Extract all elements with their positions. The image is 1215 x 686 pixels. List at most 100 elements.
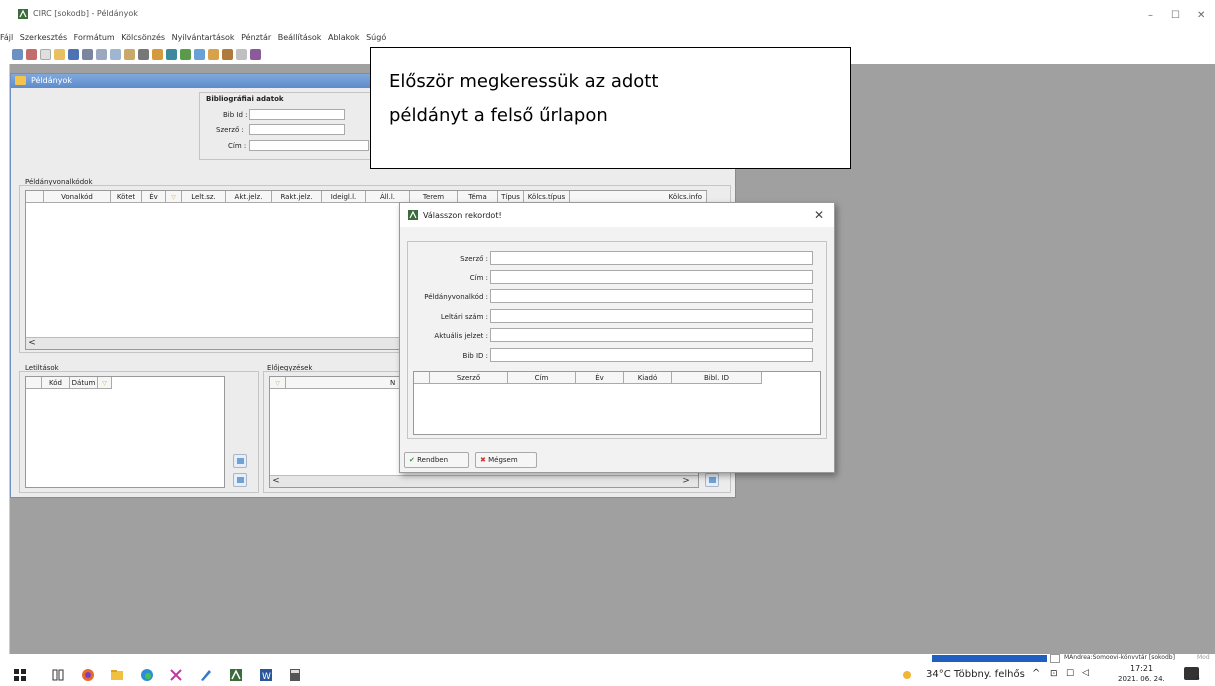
column-header[interactable]: Vonalkód bbox=[44, 191, 111, 203]
calculator-icon[interactable] bbox=[287, 667, 303, 683]
display-icon[interactable]: ☐ bbox=[1066, 669, 1074, 679]
cim-field[interactable] bbox=[249, 140, 369, 151]
column-header[interactable]: Kód bbox=[42, 377, 70, 389]
status-user: MAndrea:Somoovi-könvvtár [sokodb] bbox=[1064, 654, 1175, 661]
lend-icon[interactable] bbox=[152, 49, 163, 60]
add-elojegyzes-button[interactable] bbox=[705, 473, 719, 487]
menu-nyilvantartasok[interactable]: Nyilvántartások bbox=[172, 33, 235, 42]
column-header[interactable]: Év bbox=[142, 191, 166, 203]
firefox-icon[interactable] bbox=[80, 667, 96, 683]
column-header[interactable]: Cím bbox=[508, 372, 576, 384]
column-header[interactable]: Dátum bbox=[70, 377, 98, 389]
taskbar: W 34°C Többny. felhős ^ ⊡ ☐ ◁ 17:21 2021… bbox=[0, 664, 1215, 686]
dialog-title-bar[interactable]: Válasszon rekordot! ✕ bbox=[400, 203, 834, 227]
weather-icon[interactable] bbox=[900, 667, 916, 683]
menu-sugo[interactable]: Súgó bbox=[366, 33, 386, 42]
dialog-szerzo-field[interactable] bbox=[490, 251, 813, 265]
dialog-cim-field[interactable] bbox=[490, 270, 813, 284]
dialog-szerzo-label: Szerző : bbox=[460, 255, 488, 263]
book-icon[interactable] bbox=[250, 49, 261, 60]
letiltasok-table[interactable]: Kód Dátum ▽ bbox=[25, 376, 225, 488]
file-explorer-icon[interactable] bbox=[109, 667, 125, 683]
dialog-jelzet-field[interactable] bbox=[490, 328, 813, 342]
menu-szerkesztes[interactable]: Szerkesztés bbox=[20, 33, 67, 42]
weather-text[interactable]: 34°C Többny. felhős bbox=[926, 669, 1025, 680]
print-icon[interactable] bbox=[82, 49, 93, 60]
status-bar: MAndrea:Somoovi-könvvtár [sokodb] Mod bbox=[0, 654, 1215, 664]
snip-icon[interactable] bbox=[168, 667, 184, 683]
column-header[interactable]: Év bbox=[576, 372, 624, 384]
dialog-leltari-field[interactable] bbox=[490, 309, 813, 323]
help-icon[interactable] bbox=[236, 49, 247, 60]
notification-count: 4 bbox=[1196, 675, 1200, 682]
chevron-up-icon[interactable]: ^ bbox=[1032, 668, 1040, 679]
dialog-vonalkod-label: Példányvonalkód : bbox=[424, 293, 488, 301]
edge-icon[interactable] bbox=[139, 667, 155, 683]
minimize-button[interactable]: – bbox=[1148, 10, 1153, 21]
menu-ablakok[interactable]: Ablakok bbox=[328, 33, 360, 42]
clock-date[interactable]: 2021. 06. 24. bbox=[1118, 675, 1165, 683]
users-icon[interactable] bbox=[222, 49, 233, 60]
desktop-left-strip bbox=[0, 64, 10, 654]
tool-icon[interactable] bbox=[138, 49, 149, 60]
column-header[interactable]: Ideigl.l. bbox=[322, 191, 366, 203]
windows-start-icon[interactable] bbox=[12, 667, 28, 683]
cross-icon: ✖ bbox=[480, 456, 486, 464]
menu-bar: Fájl Szerkesztés Formátum Kölcsönzés Nyi… bbox=[0, 33, 390, 47]
network-icon[interactable]: ⊡ bbox=[1050, 669, 1058, 679]
save-icon[interactable] bbox=[68, 49, 79, 60]
menu-penztar[interactable]: Pénztár bbox=[241, 33, 271, 42]
column-header[interactable]: Lelt.sz. bbox=[182, 191, 226, 203]
edit-icon[interactable] bbox=[26, 49, 37, 60]
menu-kolcsonzes[interactable]: Kölcsönzés bbox=[121, 33, 165, 42]
paste-icon[interactable] bbox=[124, 49, 135, 60]
progress-bar bbox=[932, 655, 1047, 662]
user-icon[interactable] bbox=[208, 49, 219, 60]
return-icon[interactable] bbox=[166, 49, 177, 60]
row-header-cell bbox=[26, 377, 42, 389]
dialog-close-button[interactable]: ✕ bbox=[814, 208, 824, 222]
copy-icon[interactable] bbox=[110, 49, 121, 60]
card-icon[interactable] bbox=[194, 49, 205, 60]
folder-icon[interactable] bbox=[54, 49, 65, 60]
open-icon[interactable] bbox=[12, 49, 23, 60]
add-letiltas-button[interactable] bbox=[233, 454, 247, 468]
scroll-left-icon[interactable]: < bbox=[26, 338, 38, 350]
menu-beallitasok[interactable]: Beállítások bbox=[278, 33, 322, 42]
column-header[interactable]: Szerző bbox=[430, 372, 508, 384]
maximize-button[interactable]: ☐ bbox=[1171, 10, 1180, 21]
row-header-cell bbox=[26, 191, 44, 203]
dialog-results-table[interactable]: Szerző Cím Év Kiadó Bibl. ID bbox=[413, 371, 821, 435]
scroll-right-icon[interactable]: > bbox=[680, 476, 692, 488]
frame-icon bbox=[15, 76, 26, 85]
new-icon[interactable] bbox=[40, 49, 51, 60]
biblio-group-title: Bibliográfiai adatok bbox=[206, 95, 284, 103]
column-header[interactable]: Akt.jelz. bbox=[226, 191, 272, 203]
callout-line-1: Először megkeressük az adott bbox=[389, 71, 659, 92]
app-logo-icon bbox=[408, 210, 418, 220]
ok-button[interactable]: ✔ Rendben bbox=[404, 452, 469, 468]
column-header[interactable]: Kiadó bbox=[624, 372, 672, 384]
pen-app-icon[interactable] bbox=[198, 667, 214, 683]
word-icon[interactable]: W bbox=[258, 667, 274, 683]
bib-id-field[interactable] bbox=[249, 109, 345, 120]
reserve-icon[interactable] bbox=[180, 49, 191, 60]
cancel-button[interactable]: ✖ Mégsem bbox=[475, 452, 537, 468]
column-header[interactable]: Bibl. ID bbox=[672, 372, 762, 384]
cut-icon[interactable] bbox=[96, 49, 107, 60]
task-view-icon[interactable] bbox=[50, 667, 66, 683]
close-button[interactable]: ✕ bbox=[1197, 10, 1205, 21]
volume-icon[interactable]: ◁ bbox=[1082, 668, 1089, 678]
column-header[interactable]: Rakt.jelz. bbox=[272, 191, 322, 203]
menu-formatum[interactable]: Formátum bbox=[74, 33, 115, 42]
dialog-bibid-field[interactable] bbox=[490, 348, 813, 362]
scroll-left-icon[interactable]: < bbox=[270, 476, 282, 488]
dialog-vonalkod-field[interactable] bbox=[490, 289, 813, 303]
column-header[interactable]: Kötet bbox=[111, 191, 142, 203]
horizontal-scrollbar[interactable]: < > bbox=[270, 475, 698, 487]
circ-app-icon[interactable] bbox=[228, 667, 244, 683]
clock-time[interactable]: 17:21 bbox=[1130, 664, 1153, 673]
menu-fajl[interactable]: Fájl bbox=[0, 33, 13, 42]
delete-letiltas-button[interactable] bbox=[233, 473, 247, 487]
szerzo-field[interactable] bbox=[249, 124, 345, 135]
